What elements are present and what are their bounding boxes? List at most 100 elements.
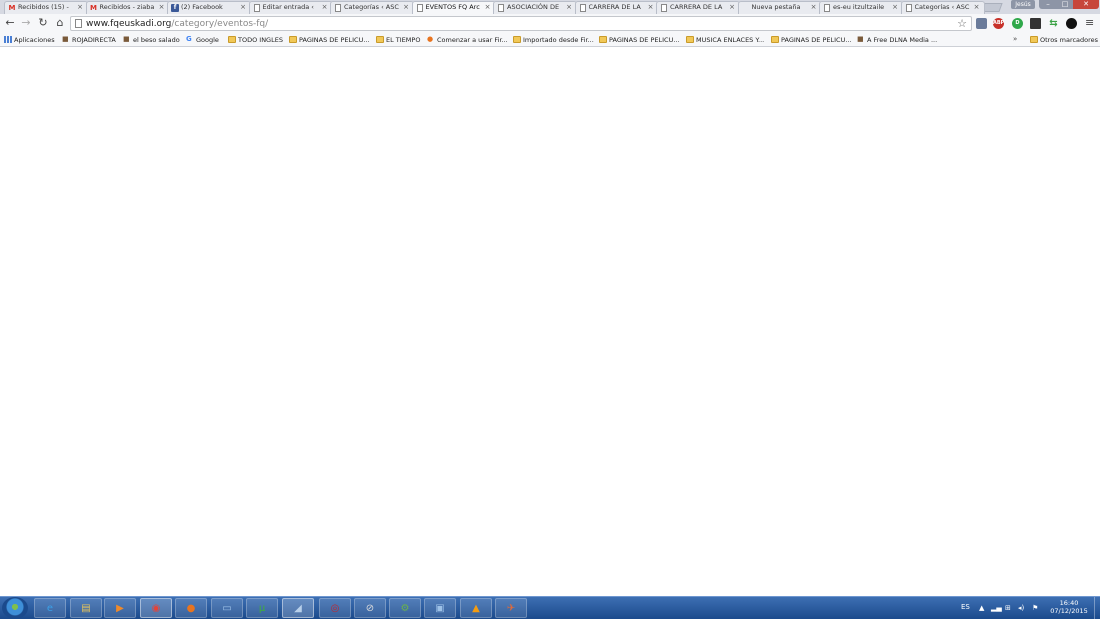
extension-green-icon[interactable]: D: [1012, 18, 1023, 29]
file-app-icon[interactable]: ◢: [282, 598, 314, 618]
extension-icon[interactable]: [976, 18, 987, 29]
tab-close-icon[interactable]: ×: [974, 2, 980, 13]
close-window-button[interactable]: ✕: [1073, 0, 1099, 9]
app-red-icon[interactable]: ◎: [319, 598, 351, 618]
bookmark-item[interactable]: ● Comenzar a usar Fir...: [427, 35, 508, 45]
bookmark-item[interactable]: Importado desde Fir...: [513, 35, 594, 45]
app-monitor-icon[interactable]: ▣: [424, 598, 456, 618]
tab-title: Nueva pestaña: [751, 3, 801, 11]
bookmark-item[interactable]: TODO INGLES: [228, 35, 283, 45]
page-icon: [416, 4, 423, 12]
firefox-icon[interactable]: ●: [175, 598, 207, 618]
internet-explorer-icon[interactable]: e: [34, 598, 66, 618]
tab-close-icon[interactable]: ×: [485, 2, 491, 13]
url-text[interactable]: www.fqeuskadi.org/category/eventos-fq/: [86, 18, 268, 30]
browser-tab[interactable]: f (2) Facebook ×: [167, 1, 251, 14]
browser-tab[interactable]: Categorías ‹ ASC ×: [900, 1, 985, 14]
browser-tab[interactable]: ASOCIACIÓN DE ×: [493, 1, 577, 14]
vlc-icon[interactable]: ▲: [460, 598, 492, 618]
tab-close-icon[interactable]: ×: [892, 2, 898, 13]
tab-close-icon[interactable]: ×: [240, 2, 246, 13]
show-desktop-button[interactable]: [1094, 597, 1100, 620]
volume-icon[interactable]: ◂): [1018, 604, 1024, 612]
clock-time: 16:40: [1059, 599, 1079, 607]
browser-tab[interactable]: Editar entrada ‹ ×: [248, 1, 333, 14]
minimize-button[interactable]: –: [1039, 0, 1057, 9]
utorrent-icon[interactable]: µ: [246, 598, 278, 618]
page-icon: [824, 4, 830, 12]
browser-tab[interactable]: M Recibidos (15) - ×: [4, 1, 88, 14]
gmail-icon: M: [90, 4, 97, 12]
browser-tab[interactable]: M Recibidos - ziaba ×: [85, 1, 170, 14]
bookmark-item[interactable]: PAGINAS DE PELICU...: [599, 35, 680, 45]
signal-icon[interactable]: ▂▄: [991, 604, 1002, 612]
back-arrow-icon[interactable]: ←: [3, 16, 17, 30]
bookmark-item[interactable]: Aplicaciones: [4, 35, 55, 45]
bookmark-label: el beso salado: [133, 36, 180, 44]
tab-title: CARRERA DE LA: [670, 3, 723, 11]
tab-close-icon[interactable]: ×: [648, 2, 654, 13]
forward-arrow-icon[interactable]: →: [19, 16, 33, 30]
tab-close-icon[interactable]: ×: [811, 2, 817, 13]
extension-circle-icon[interactable]: [1066, 18, 1077, 29]
adblock-icon[interactable]: ABP: [993, 18, 1004, 29]
bookmark-item[interactable]: ■ A Free DLNA Media ...: [857, 35, 937, 45]
tab-close-icon[interactable]: ×: [322, 2, 328, 13]
bookmark-item[interactable]: PAGINAS DE PELICU...: [771, 35, 852, 45]
app-tools-icon[interactable]: ✈: [495, 598, 527, 618]
maximize-button[interactable]: □: [1057, 0, 1073, 9]
browser-tab[interactable]: Categorías ‹ ASC ×: [330, 1, 414, 14]
reload-icon[interactable]: ↻: [36, 16, 50, 30]
tab-close-icon[interactable]: ×: [77, 2, 83, 13]
tab-close-icon[interactable]: ×: [403, 2, 409, 13]
browser-tab[interactable]: EVENTOS FQ Arc ×: [411, 1, 496, 14]
windows-flag-icon[interactable]: ⊞: [1005, 604, 1011, 612]
bookmark-item[interactable]: ■ el beso salado: [123, 35, 180, 45]
firefox-icon: ●: [427, 35, 434, 43]
file-explorer-icon[interactable]: ▤: [70, 598, 102, 618]
browser-toolbar: ← → ↻ ⌂ www.fqeuskadi.org/category/event…: [0, 14, 1100, 33]
media-player-icon[interactable]: ▶: [104, 598, 136, 618]
browser-tab[interactable]: CARRERA DE LA ×: [656, 1, 740, 14]
browser-tab[interactable]: CARRERA DE LA ×: [574, 1, 659, 14]
address-bar[interactable]: www.fqeuskadi.org/category/eventos-fq/ ☆: [70, 16, 972, 31]
language-indicator[interactable]: ES: [961, 603, 970, 611]
window-app-icon[interactable]: ▭: [211, 598, 243, 618]
bookmark-label: PAGINAS DE PELICU...: [609, 36, 680, 44]
tab-close-icon[interactable]: ×: [159, 2, 165, 13]
tab-title: Recibidos - ziaba: [99, 3, 155, 11]
folder-icon: [376, 36, 384, 43]
page-icon: [579, 4, 586, 12]
windows-taskbar: ES ▲ ▂▄ ⊞ ◂) ⚑ 16:40 07/12/2015 e ▤ ▶ ◉ ● ▭ µ ◢…: [0, 596, 1100, 620]
new-tab-button[interactable]: [981, 3, 1003, 12]
app-disc-icon[interactable]: ⊘: [354, 598, 386, 618]
tab-close-icon[interactable]: ×: [729, 2, 735, 13]
browser-tab[interactable]: Nueva pestaña ×: [737, 1, 822, 14]
tab-title: Recibidos (15) -: [18, 3, 69, 11]
bookmarks-overflow-chevron[interactable]: »: [1013, 35, 1017, 43]
other-bookmarks-folder[interactable]: Otros marcadores: [1030, 35, 1098, 45]
tab-close-icon[interactable]: ×: [566, 2, 572, 13]
bookmark-label: PAGINAS DE PELICU...: [299, 36, 370, 44]
profile-button[interactable]: Jesús: [1011, 0, 1035, 9]
bookmark-item[interactable]: MUSICA ENLACES Y...: [686, 35, 764, 45]
extension-arrows-icon[interactable]: ⇆: [1048, 18, 1059, 29]
tray-expand-icon[interactable]: ▲: [979, 604, 984, 612]
extension-dark-icon[interactable]: [1030, 18, 1041, 29]
browser-tab[interactable]: es-eu itzultzaile ×: [819, 1, 903, 14]
bookmark-item[interactable]: EL TIEMPO: [376, 35, 420, 45]
menu-icon[interactable]: ≡: [1085, 17, 1094, 29]
bookmark-item[interactable]: ■ ROJADIRECTA: [62, 35, 116, 45]
action-center-flag-icon[interactable]: ⚑: [1032, 604, 1038, 612]
page-icon: [905, 4, 912, 12]
start-button[interactable]: [2, 597, 28, 619]
bookmark-item[interactable]: G Google: [186, 35, 219, 45]
system-clock[interactable]: 16:40 07/12/2015: [1050, 599, 1088, 615]
folder-icon: [1030, 36, 1038, 43]
other-bookmarks-label: Otros marcadores: [1040, 36, 1099, 44]
bookmark-item[interactable]: PAGINAS DE PELICU...: [289, 35, 370, 45]
chrome-icon[interactable]: ◉: [140, 598, 172, 618]
bookmark-star-icon[interactable]: ☆: [957, 17, 967, 30]
app-network-icon[interactable]: ⚙: [389, 598, 421, 618]
home-icon[interactable]: ⌂: [53, 16, 67, 30]
